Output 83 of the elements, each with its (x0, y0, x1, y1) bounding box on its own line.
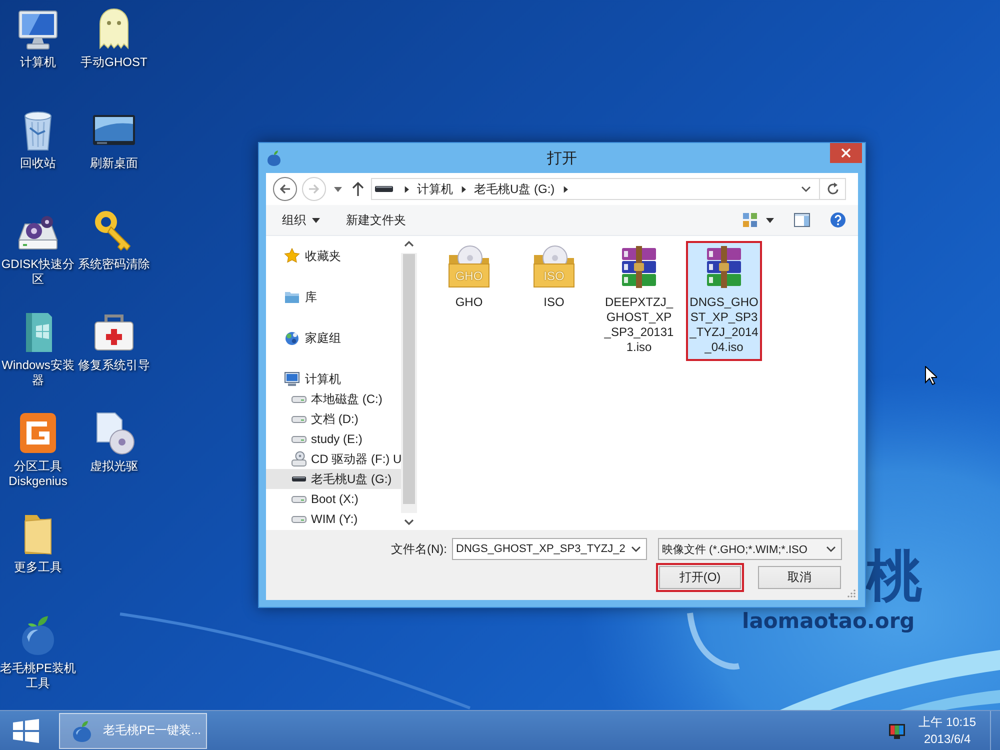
address-bar[interactable]: 计算机 老毛桃U盘 (G:) (371, 178, 846, 200)
back-button[interactable] (273, 177, 297, 201)
library-folder-icon (284, 289, 300, 305)
chevron-down-icon[interactable] (801, 186, 811, 192)
nav-item[interactable]: 家庭组 (266, 328, 401, 348)
resize-grip-icon[interactable] (847, 589, 856, 598)
shortcut-label[interactable]: 刷新桌面 (90, 156, 138, 171)
refresh-icon[interactable] (826, 182, 840, 196)
file-name-label: 文件名(N): (391, 540, 447, 558)
nav-item[interactable]: 计算机 (266, 369, 401, 389)
cd-drive-icon (291, 451, 307, 467)
drive-icon (291, 396, 307, 402)
chevron-down-icon[interactable] (631, 546, 641, 552)
file-item[interactable]: DNGS_GHOST_XP_SP3_TYZJ_2014_04.iso (686, 241, 762, 361)
shortcut-label[interactable]: 修复系统引导 (78, 358, 150, 373)
close-icon (841, 148, 851, 158)
file-item[interactable]: GHO GHO (431, 241, 507, 316)
dialog-button[interactable]: 取消 (758, 566, 841, 589)
star-icon (284, 248, 300, 264)
logo-arc-drawing (687, 612, 740, 670)
organize-menu-button[interactable]: 组织 (276, 208, 326, 232)
caret-down-icon (312, 218, 320, 222)
nav-item[interactable]: study (E:) (266, 429, 401, 449)
shortcut-label[interactable]: 更多工具 (14, 560, 62, 575)
folder-tag-text: GHO (454, 269, 484, 283)
windows-logo-icon (13, 718, 39, 742)
chevron-right-icon[interactable] (404, 186, 409, 192)
drive-icon (291, 516, 307, 522)
shortcut-label[interactable]: 分区工具Diskgenius (0, 459, 76, 489)
shortcut-label[interactable]: 手动GHOST (80, 55, 148, 70)
file-type-dropdown[interactable]: 映像文件 (*.GHO;*.WIM;*.ISO (658, 538, 842, 560)
wallpaper-logo-text: 桃 (866, 546, 922, 606)
shortcut-label[interactable]: 回收站 (20, 156, 56, 171)
breadcrumb-button[interactable]: 老毛桃U盘 (G:) (472, 180, 557, 198)
taskbar-clock[interactable]: 上午 10:15 2013/6/4 (918, 714, 976, 748)
nav-item[interactable]: Boot (X:) (266, 489, 401, 509)
homegroup-icon (284, 330, 300, 346)
arrow-up-icon[interactable] (352, 182, 364, 196)
nav-item[interactable]: 老毛桃U盘 (G:) (266, 469, 401, 489)
chevron-right-icon[interactable] (562, 186, 568, 192)
scrollbar[interactable] (401, 236, 417, 530)
usb-drive-icon (291, 476, 307, 482)
chevron-down-icon[interactable] (826, 546, 836, 552)
mouse-pointer-icon (925, 366, 937, 385)
drive-icon (291, 436, 307, 442)
shortcut-label[interactable]: GDISK快速分区 (0, 257, 76, 287)
scrollbar-thumb[interactable] (403, 254, 415, 504)
caret-down-icon[interactable] (766, 218, 774, 222)
view-grid-icon[interactable] (742, 212, 758, 228)
peach-icon (266, 150, 282, 166)
file-name-field[interactable]: DNGS_GHOST_XP_SP3_TYZJ_2 (452, 538, 647, 560)
shortcut-label[interactable]: 虚拟光驱 (90, 459, 138, 474)
preview-pane-icon[interactable] (794, 212, 810, 228)
nav-item[interactable]: WIM (Y:) (266, 509, 401, 529)
shortcut-label[interactable]: 计算机 (20, 55, 56, 70)
usb-drive-icon (375, 185, 393, 193)
folder-tag-text: ISO (542, 269, 566, 283)
arrow-right-icon (308, 183, 320, 195)
close-button[interactable] (830, 143, 862, 163)
file-item[interactable]: ISO ISO (516, 241, 592, 316)
shortcut-label[interactable]: Windows安装器 (0, 358, 76, 388)
drive-icon (291, 416, 307, 422)
window-title: 打开 (547, 148, 577, 168)
peach-icon (72, 720, 92, 742)
breadcrumb-button[interactable]: 计算机 (415, 180, 455, 198)
nav-item[interactable]: 库 (266, 287, 401, 307)
shortcut-label[interactable]: 系统密码清除 (78, 257, 150, 272)
wallpaper-url-text: laomaotao.org (742, 609, 915, 633)
new-folder-button[interactable]: 新建文件夹 (340, 208, 412, 232)
nav-item[interactable]: 文档 (D:) (266, 409, 401, 429)
nav-item[interactable]: 收藏夹 (266, 246, 401, 266)
shortcut-label[interactable]: 老毛桃PE装机工具 (0, 661, 76, 691)
nav-item[interactable]: 本地磁盘 (C:) (266, 389, 401, 409)
dialog-button[interactable]: 打开(O) (656, 563, 744, 592)
drive-icon (291, 496, 307, 502)
arrow-left-icon (279, 183, 291, 195)
nav-item[interactable]: CD 驱动器 (F:) U (266, 449, 401, 469)
caret-down-icon[interactable] (334, 186, 342, 192)
chevron-right-icon[interactable] (461, 186, 466, 192)
help-icon[interactable] (830, 212, 846, 228)
computer-icon (284, 371, 300, 387)
file-item[interactable]: DEEPXTZJ_GHOST_XP_SP3_201311.iso (601, 241, 677, 361)
display-color-icon[interactable] (888, 722, 905, 738)
